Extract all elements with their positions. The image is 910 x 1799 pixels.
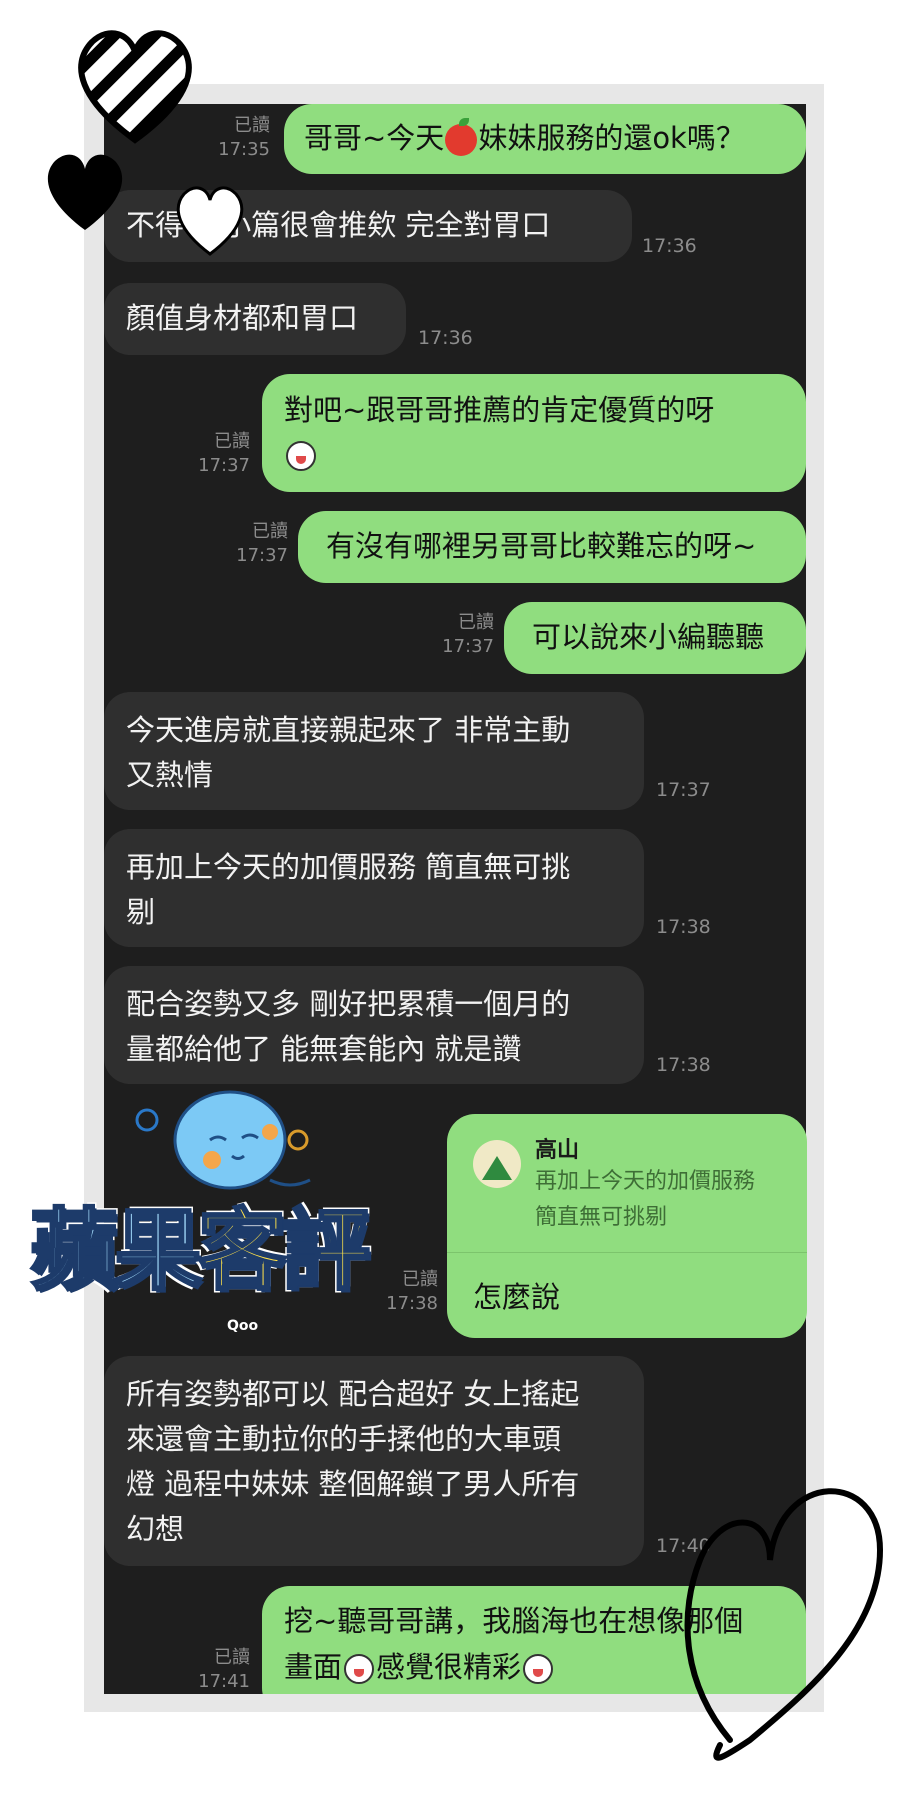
- message-time: 17:38: [656, 916, 711, 938]
- black-heart-icon: [47, 154, 123, 230]
- quoted-sender: 高山: [535, 1138, 580, 1163]
- mountain-avatar-icon: [473, 1140, 521, 1188]
- read-status: 已讀 17:37: [198, 431, 250, 476]
- outgoing-message[interactable]: 哥哥~今天 妹妹服務的還ok嗎？: [284, 104, 806, 174]
- quoted-text: 再加上今天的加價服務 簡直無可挑剔: [535, 1169, 756, 1230]
- message-time: 17:36: [418, 327, 473, 349]
- outgoing-message[interactable]: 有沒有哪裡另哥哥比較難忘的呀~: [298, 511, 806, 583]
- reply-text: 怎麼說: [473, 1280, 561, 1314]
- message-time: 17:38: [656, 1054, 711, 1076]
- read-status: 已讀 17:37: [236, 521, 288, 566]
- read-status: 已讀 17:41: [198, 1647, 250, 1692]
- read-status: 已讀 17:37: [442, 612, 494, 657]
- quoted-reply-message[interactable]: 高山 再加上今天的加價服務 簡直無可挑剔 怎麼說: [447, 1114, 807, 1338]
- message-time: 17:37: [656, 779, 711, 801]
- face-emoji-icon: [523, 1654, 554, 1684]
- outline-heart-icon: [684, 1488, 884, 1761]
- quote-divider: [447, 1252, 807, 1253]
- smile-emoji-icon: [286, 441, 316, 471]
- incoming-message[interactable]: 顏值身材都和胃口: [104, 283, 406, 355]
- read-status: 已讀 17:35: [218, 115, 270, 160]
- incoming-message[interactable]: 所有姿勢都可以 配合超好 女上搖起 來還會主動拉你的手揉他的大車頭 燈 過程中妹妹…: [104, 1356, 644, 1566]
- review-title: 蘋果客評: [28, 1198, 371, 1304]
- mascot-label: Qoo: [227, 1318, 259, 1334]
- incoming-message[interactable]: 再加上今天的加價服務 簡直無可挑剔: [104, 829, 644, 947]
- apple-emoji-icon: [445, 118, 478, 156]
- quoted-message[interactable]: 高山 再加上今天的加價服務 簡直無可挑剔: [447, 1114, 807, 1252]
- striped-heart-icon: [78, 30, 192, 144]
- outgoing-message[interactable]: 可以說來小編聽聽: [504, 602, 806, 674]
- incoming-message[interactable]: 今天進房就直接親起來了 非常主動 又熱情: [104, 692, 644, 810]
- white-heart-icon: [176, 186, 244, 256]
- incoming-message[interactable]: 配合姿勢又多 剛好把累積一個月的 量都給他了 能無套能內 就是讚: [104, 966, 644, 1084]
- read-status: 已讀 17:38: [386, 1269, 438, 1314]
- outgoing-message[interactable]: 對吧~跟哥哥推薦的肯定優質的呀: [262, 374, 806, 492]
- message-time: 17:36: [642, 235, 697, 257]
- face-emoji-icon: [344, 1654, 375, 1684]
